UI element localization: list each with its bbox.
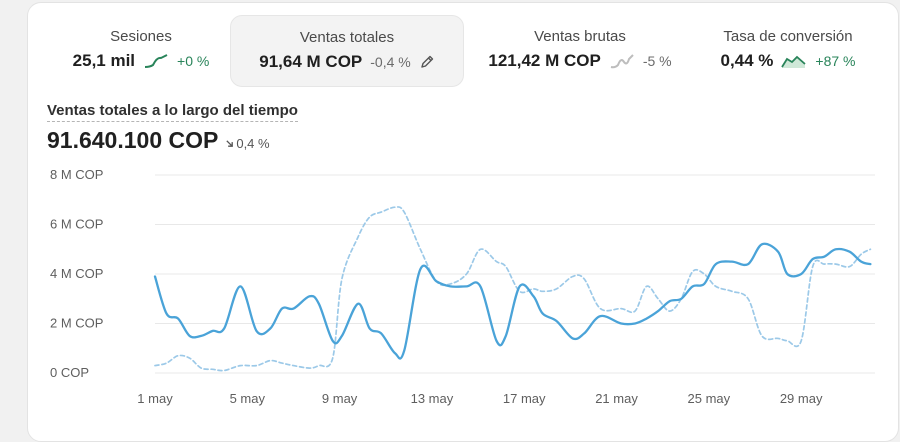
- x-tick-label: 25 may: [688, 391, 731, 406]
- x-tick-label: 21 may: [595, 391, 638, 406]
- series-line-current: [153, 242, 872, 360]
- y-tick-label: 0 COP: [50, 365, 89, 380]
- x-tick-label: 17 may: [503, 391, 546, 406]
- y-tick-label: 6 M COP: [50, 217, 103, 232]
- grid-lines: [155, 174, 875, 374]
- x-tick-label: 5 may: [230, 391, 266, 406]
- y-axis: 0 COP 2 M COP 4 M COP 6 M COP 8 M COP: [50, 167, 103, 380]
- y-tick-label: 8 M COP: [50, 167, 103, 182]
- x-tick-label: 9 may: [322, 391, 358, 406]
- x-tick-label: 13 may: [411, 391, 454, 406]
- y-tick-label: 4 M COP: [50, 266, 103, 281]
- sales-line-chart: 0 COP 2 M COP 4 M COP 6 M COP 8 M COP 1 may 5…: [50, 167, 875, 406]
- y-tick-label: 2 M COP: [50, 316, 103, 331]
- series-line-comparison: [154, 206, 872, 372]
- x-tick-label: 1 may: [137, 391, 173, 406]
- x-axis: 1 may 5 may 9 may 13 may 17 may 21 may 25 may 2…: [137, 391, 823, 406]
- series-lines: [153, 206, 872, 372]
- x-tick-label: 29 may: [780, 391, 823, 406]
